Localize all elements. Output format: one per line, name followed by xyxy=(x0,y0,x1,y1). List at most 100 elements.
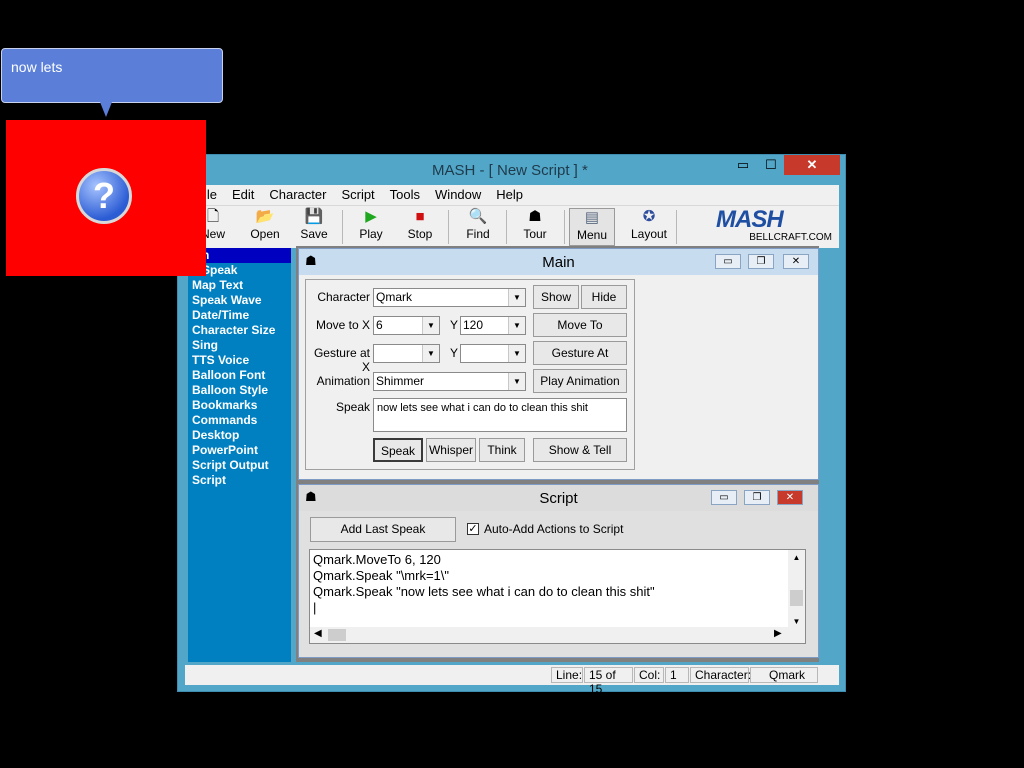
speak-button[interactable]: Speak xyxy=(373,438,423,462)
horizontal-scroll-thumb[interactable] xyxy=(328,629,346,641)
tour-button[interactable]: ☗ Tour xyxy=(512,208,558,246)
nav-item-desktop[interactable]: Desktop xyxy=(188,428,291,443)
floppy-icon: 💾 xyxy=(304,208,324,225)
open-button[interactable]: 📂 Open xyxy=(242,208,288,246)
menu-bar: File Edit Character Script Tools Window Help xyxy=(186,185,839,205)
maximize-button[interactable]: ☐ xyxy=(758,155,784,175)
nav-item-map-text[interactable]: Map Text xyxy=(188,278,291,293)
auto-add-checkbox[interactable]: ✓ xyxy=(467,523,479,535)
character-status-label: Character: xyxy=(690,667,751,683)
show-button[interactable]: Show xyxy=(533,285,579,309)
toolbar-divider xyxy=(506,210,507,244)
save-button[interactable]: 💾 Save xyxy=(291,208,337,246)
nav-item-character-size[interactable]: Character Size xyxy=(188,323,291,338)
script-title-bar[interactable]: ☗ Script ▭ ❐ ✕ xyxy=(299,485,818,511)
nav-item-powerpoint[interactable]: PowerPoint xyxy=(188,443,291,458)
gesture-label: Gesture at X xyxy=(313,346,370,374)
animation-select[interactable]: Shimmer ▼ xyxy=(373,372,526,391)
speech-balloon: now lets xyxy=(1,48,223,103)
add-last-speak-button[interactable]: Add Last Speak xyxy=(310,517,456,542)
speak-textarea[interactable]: now lets see what i can do to clean this… xyxy=(373,398,627,432)
chevron-down-icon: ▼ xyxy=(508,317,525,334)
stop-button[interactable]: ■ Stop xyxy=(397,208,443,246)
script-close-button[interactable]: ✕ xyxy=(777,490,803,505)
toolbar-divider xyxy=(448,210,449,244)
nav-item-sing[interactable]: Sing xyxy=(188,338,291,353)
toolbar-divider xyxy=(564,210,565,244)
line-label: Line: xyxy=(551,667,583,683)
main-panel: Character Qmark ▼ Show Hide Move to X 6 … xyxy=(305,279,635,470)
layout-button[interactable]: ✪ Layout xyxy=(626,208,672,246)
nav-item-bookmarks[interactable]: Bookmarks xyxy=(188,398,291,413)
think-button[interactable]: Think xyxy=(479,438,525,462)
logo-mark: MASH xyxy=(716,206,784,233)
menu-script[interactable]: Script xyxy=(341,185,374,205)
speak-label: Speak xyxy=(335,400,370,414)
script-restore-button[interactable]: ❐ xyxy=(744,490,770,505)
main-minimize-button[interactable]: ▭ xyxy=(715,254,741,269)
magnifier-icon: 🔍 xyxy=(468,208,488,225)
character-select[interactable]: Qmark ▼ xyxy=(373,288,526,307)
menu-character[interactable]: Character xyxy=(269,185,326,205)
script-minimize-button[interactable]: ▭ xyxy=(711,490,737,505)
moveto-y-select[interactable]: 120 ▼ xyxy=(460,316,526,335)
save-label: Save xyxy=(300,227,328,241)
balloon-tail xyxy=(100,102,112,117)
nav-item-date-time[interactable]: Date/Time xyxy=(188,308,291,323)
chevron-down-icon: ▼ xyxy=(508,345,525,362)
menu-window[interactable]: Window xyxy=(435,185,481,205)
logo-subtitle: BELLCRAFT.COM xyxy=(749,232,832,243)
horizontal-scrollbar[interactable]: ◀ ▶ xyxy=(310,627,805,643)
vertical-scroll-thumb[interactable] xyxy=(790,590,803,606)
script-title: Script xyxy=(539,490,578,507)
mash-logo: MASH BELLCRAFT.COM xyxy=(716,208,840,244)
show-and-tell-button[interactable]: Show & Tell xyxy=(533,438,627,462)
play-animation-button[interactable]: Play Animation xyxy=(533,369,627,393)
menu-help[interactable]: Help xyxy=(496,185,523,205)
status-bar: Line: 15 of 15 Col: 1 Character: Qmark xyxy=(185,665,839,696)
main-title-bar[interactable]: ☗ Main ▭ ❐ ✕ xyxy=(299,249,818,275)
moveto-x-select[interactable]: 6 ▼ xyxy=(373,316,440,335)
animation-label: Animation xyxy=(316,374,370,388)
nav-item-commands[interactable]: Commands xyxy=(188,413,291,428)
text-cursor: | xyxy=(313,600,317,615)
chevron-left-icon: ◀ xyxy=(314,628,322,639)
whisper-button[interactable]: Whisper xyxy=(426,438,476,462)
play-label: Play xyxy=(359,227,383,241)
nav-item-tts-voice[interactable]: TTS Voice xyxy=(188,353,291,368)
menu-tools[interactable]: Tools xyxy=(390,185,420,205)
find-button[interactable]: 🔍 Find xyxy=(455,208,501,246)
script-line: Qmark.Speak "\mrk=1\" xyxy=(313,568,450,583)
menu-window-icon: ▤ xyxy=(584,209,600,226)
chevron-down-icon: ▼ xyxy=(508,289,525,306)
stop-label: Stop xyxy=(407,227,433,241)
gesture-y-select[interactable]: ▼ xyxy=(460,344,526,363)
chevron-down-icon: ▼ xyxy=(422,345,439,362)
character-label: Character xyxy=(317,290,370,304)
gesture-at-button[interactable]: Gesture At xyxy=(533,341,627,365)
open-label: Open xyxy=(250,227,280,241)
close-button[interactable]: ✕ xyxy=(784,155,840,175)
moveto-y-value: 120 xyxy=(463,318,484,332)
nav-item-script[interactable]: Script xyxy=(188,473,291,488)
main-restore-button[interactable]: ❐ xyxy=(748,254,774,269)
nav-item-speak-wave[interactable]: Speak Wave xyxy=(188,293,291,308)
window-title: MASH - [ New Script ] * xyxy=(432,162,588,179)
hide-button[interactable]: Hide xyxy=(581,285,627,309)
menu-button[interactable]: ▤ Menu xyxy=(569,208,615,246)
vertical-scrollbar[interactable]: ▲ ▼ xyxy=(788,550,805,627)
moveto-button[interactable]: Move To xyxy=(533,313,627,337)
play-button[interactable]: ▶ Play xyxy=(348,208,394,246)
minimize-button[interactable]: ▭ xyxy=(730,155,756,175)
menu-edit[interactable]: Edit xyxy=(232,185,254,205)
nav-list: ain v Speak Map Text Speak Wave Date/Tim… xyxy=(188,248,291,662)
nav-item-balloon-style[interactable]: Balloon Style xyxy=(188,383,291,398)
nav-item-balloon-font[interactable]: Balloon Font xyxy=(188,368,291,383)
script-editor[interactable]: Qmark.MoveTo 6, 120 Qmark.Speak "\mrk=1\… xyxy=(309,549,806,644)
script-child-window: ☗ Script ▭ ❐ ✕ Add Last Speak ✓ Auto-Add… xyxy=(298,484,819,658)
layout-label: Layout xyxy=(630,227,668,241)
nav-item-script-output[interactable]: Script Output xyxy=(188,458,291,473)
gesture-x-select[interactable]: ▼ xyxy=(373,344,440,363)
qmark-agent[interactable]: ? xyxy=(6,120,206,276)
main-close-button[interactable]: ✕ xyxy=(783,254,809,269)
